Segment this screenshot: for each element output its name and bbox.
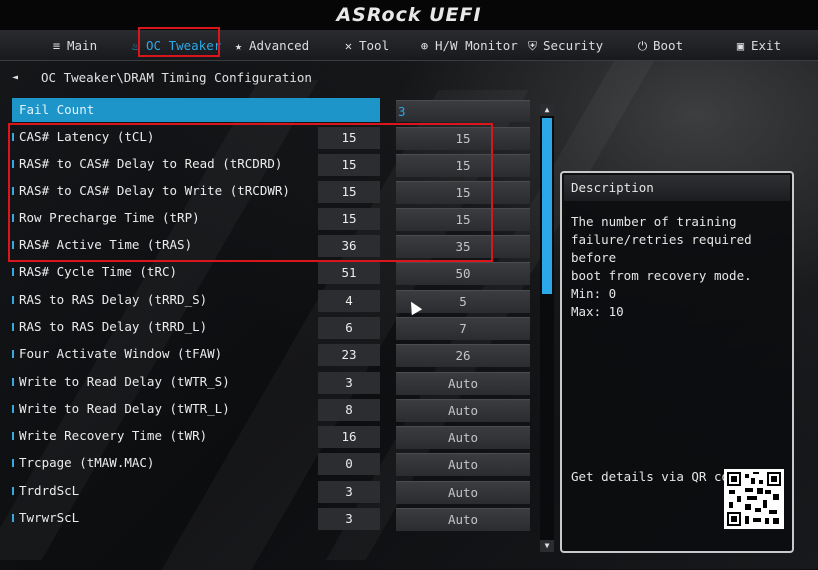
setting-value[interactable]: Auto: [396, 453, 530, 476]
current-value: 6: [318, 317, 380, 339]
setting-label: Write Recovery Time (tWR): [19, 428, 208, 443]
qr-caption: Get details via QR code: [571, 469, 745, 484]
timings-highlight-box: [8, 123, 493, 262]
back-arrow-icon[interactable]: ◄: [12, 66, 18, 90]
main-menu-bar: ≡ Main ♨ OC Tweaker ★ Advanced ✕ Tool ⊕ H/W M…: [0, 30, 818, 61]
row-bullet: [12, 514, 14, 522]
setting-row-twrwrscl[interactable]: TwrwrScL 3 Auto: [0, 506, 540, 531]
description-text: The number of training failure/retries r…: [571, 214, 752, 283]
monitor-gauge-icon: ⊕: [420, 39, 429, 53]
current-value: 0: [318, 453, 380, 475]
current-value: 4: [318, 290, 380, 312]
exit-door-icon: ▣: [736, 39, 745, 53]
shield-icon: ⛨: [527, 39, 537, 53]
breadcrumb: ◄ OC Tweaker\DRAM Timing Configuration: [0, 66, 818, 90]
row-bullet: [12, 268, 14, 276]
setting-label: Fail Count: [19, 102, 95, 117]
star-icon: ★: [234, 39, 243, 53]
current-value: 3: [318, 508, 380, 530]
scroll-up-arrow-icon[interactable]: ▲: [540, 104, 554, 116]
row-bullet: [12, 296, 14, 304]
setting-value[interactable]: 3: [396, 100, 530, 122]
setting-label: RAS# Cycle Time (tRC): [19, 264, 178, 279]
setting-label: Write to Read Delay (tWTR_L): [19, 401, 230, 416]
row-bullet: [12, 459, 14, 467]
qr-code-icon[interactable]: [724, 469, 784, 529]
setting-label: TrdrdScL: [19, 483, 80, 498]
setting-value[interactable]: 50: [396, 262, 530, 285]
setting-label: Write to Read Delay (tWTR_S): [19, 374, 230, 389]
current-value: 23: [318, 344, 380, 366]
setting-row-tfaw[interactable]: Four Activate Window (tFAW) 23 26: [0, 342, 540, 367]
setting-row-trdrdscl[interactable]: TrdrdScL 3 Auto: [0, 479, 540, 504]
row-bullet: [12, 405, 14, 413]
setting-row-twtr-l[interactable]: Write to Read Delay (tWTR_L) 8 Auto: [0, 397, 540, 422]
setting-value[interactable]: Auto: [396, 426, 530, 449]
scroll-thumb[interactable]: [542, 118, 552, 294]
tab-main[interactable]: ≡ Main: [50, 34, 97, 58]
description-panel: Description The number of training failu…: [560, 171, 794, 553]
tab-exit[interactable]: ▣ Exit: [734, 34, 781, 58]
tab-tool[interactable]: ✕ Tool: [342, 34, 389, 58]
tab-boot[interactable]: ⏻ Boot: [636, 34, 683, 58]
main-list-icon: ≡: [52, 39, 61, 53]
setting-row-trc[interactable]: RAS# Cycle Time (tRC) 51 50: [0, 260, 540, 285]
current-value: 16: [318, 426, 380, 448]
row-bullet: [12, 378, 14, 386]
setting-row-twtr-s[interactable]: Write to Read Delay (tWTR_S) 3 Auto: [0, 370, 540, 395]
description-title: Description: [564, 175, 790, 201]
current-value: 8: [318, 399, 380, 421]
setting-row-twr[interactable]: Write Recovery Time (tWR) 16 Auto: [0, 424, 540, 449]
row-bullet: [12, 350, 14, 358]
tab-security[interactable]: ⛨ Security: [526, 34, 603, 58]
setting-label: Four Activate Window (tFAW): [19, 346, 223, 361]
current-value: 3: [318, 372, 380, 394]
scroll-down-arrow-icon[interactable]: ▼: [540, 540, 554, 552]
power-icon: ⏻: [637, 39, 648, 53]
setting-value[interactable]: 7: [396, 317, 530, 340]
setting-label: RAS to RAS Delay (tRRD_L): [19, 319, 208, 334]
setting-value[interactable]: Auto: [396, 372, 530, 395]
asrock-uefi-logo: ASRock UEFI: [336, 4, 482, 26]
setting-value[interactable]: Auto: [396, 508, 530, 531]
row-bullet: [12, 323, 14, 331]
setting-label: RAS to RAS Delay (tRRD_S): [19, 292, 208, 307]
row-bullet: [12, 487, 14, 495]
description-range: Min: 0 Max: 10: [571, 286, 624, 319]
tools-icon: ✕: [344, 39, 353, 53]
tab-advanced[interactable]: ★ Advanced: [232, 34, 309, 58]
row-bullet: [12, 432, 14, 440]
setting-row-trrd-s[interactable]: RAS to RAS Delay (tRRD_S) 4 5: [0, 288, 540, 313]
setting-label: TwrwrScL: [19, 510, 80, 525]
breadcrumb-path: OC Tweaker\DRAM Timing Configuration: [41, 70, 312, 85]
current-value: 51: [318, 262, 380, 284]
tab-hw-monitor[interactable]: ⊕ H/W Monitor: [418, 34, 518, 58]
setting-value[interactable]: Auto: [396, 481, 530, 504]
setting-row-fail-count[interactable]: Fail Count 3: [0, 98, 540, 122]
setting-value[interactable]: Auto: [396, 399, 530, 422]
setting-row-trrd-l[interactable]: RAS to RAS Delay (tRRD_L) 6 7: [0, 315, 540, 340]
setting-label: Trcpage (tMAW.MAC): [19, 455, 155, 470]
setting-value[interactable]: 26: [396, 344, 530, 367]
top-bar: ASRock UEFI: [0, 0, 818, 30]
setting-row-trcpage[interactable]: Trcpage (tMAW.MAC) 0 Auto: [0, 451, 540, 476]
current-value: 3: [318, 481, 380, 503]
oc-tweaker-highlight-box: [138, 27, 220, 57]
scrollbar[interactable]: ▲ ▼: [540, 104, 554, 552]
qr-code-graphic: [727, 472, 781, 526]
